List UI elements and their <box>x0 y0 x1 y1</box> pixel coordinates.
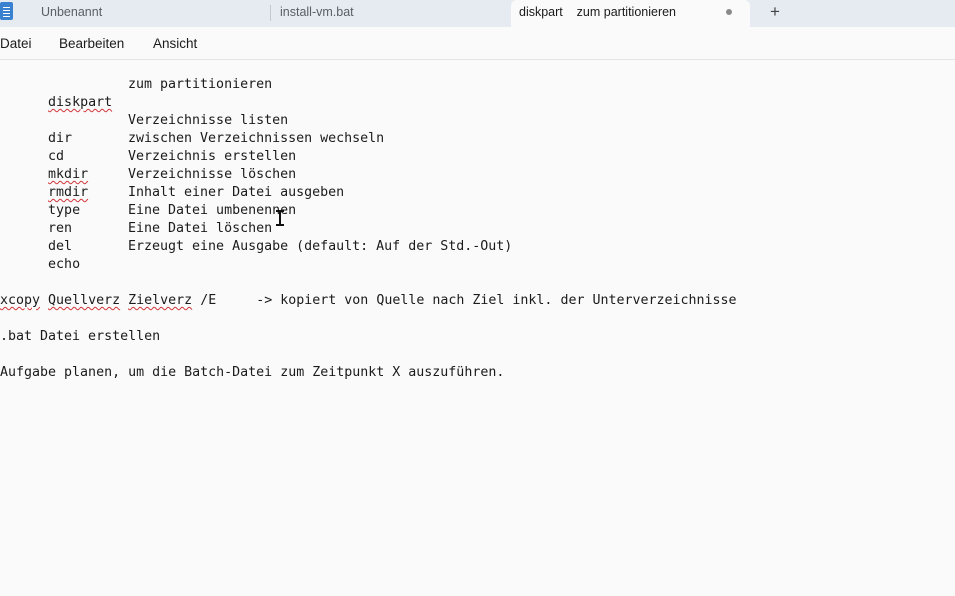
command-description: zum partitionieren <box>128 77 273 92</box>
notepad-window: Unbenannt install-vm.bat diskpart zum pa… <box>0 0 955 596</box>
unsaved-dot-icon[interactable] <box>726 9 732 15</box>
editor-line: echo Erzeugt eine Ausgabe (default: Auf … <box>0 238 512 272</box>
menu-file[interactable]: Datei <box>0 36 32 51</box>
command-description: Verzeichnisse listen <box>128 113 289 128</box>
editor-line: cd zwischen Verzeichnissen wechseln <box>0 130 384 164</box>
editor-line: .bat Datei erstellen <box>0 329 161 344</box>
editor-line: diskpart zum partitionieren <box>0 76 272 110</box>
xcopy-flag: /E <box>200 293 217 308</box>
tab-separator <box>270 5 271 21</box>
command-name: diskpart <box>48 95 113 110</box>
editor-line: Aufgabe planen, um die Batch-Datei zum Z… <box>0 365 505 380</box>
command-description: zwischen Verzeichnissen wechseln <box>128 131 385 146</box>
tab-active-diskpart[interactable]: diskpart zum partitionieren <box>511 0 750 27</box>
editor-line-xcopy: xcopy Quellverz Zielverz /E -> kopiert v… <box>0 292 737 310</box>
command-description: Erzeugt eine Ausgabe (default: Auf der S… <box>128 239 513 254</box>
xcopy-source: Quellverz <box>48 293 121 308</box>
command-description: Inhalt einer Datei ausgeben <box>128 185 345 200</box>
tab-label: install-vm.bat <box>280 5 354 19</box>
editor-line: mkdir Verzeichnis erstellen <box>0 148 296 182</box>
editor-line: del Eine Datei löschen <box>0 220 272 254</box>
tab-strip: Unbenannt install-vm.bat diskpart zum pa… <box>0 0 955 27</box>
tab-unbenannt[interactable]: Unbenannt <box>41 0 266 27</box>
menu-bar: Datei Bearbeiten Ansicht <box>0 27 955 60</box>
command-description: Eine Datei umbenennen <box>128 203 297 218</box>
editor-line: ren Eine Datei umbenennen <box>0 202 296 236</box>
command-name: echo <box>48 257 81 272</box>
new-tab-button[interactable]: + <box>766 1 784 23</box>
editor-line: dir Verzeichnisse listen <box>0 112 288 146</box>
xcopy-destination: Zielverz <box>128 293 193 308</box>
notepad-app-icon <box>0 2 13 20</box>
tab-install-vm[interactable]: install-vm.bat <box>280 0 505 27</box>
menu-edit[interactable]: Bearbeiten <box>59 36 124 51</box>
command-description: Verzeichnisse löschen <box>128 167 297 182</box>
text-editor[interactable]: diskpart zum partitionieren dir Verzeich… <box>0 61 955 596</box>
command-description: Eine Datei löschen <box>128 221 273 236</box>
command-description: Verzeichnis erstellen <box>128 149 297 164</box>
tab-label: diskpart zum partitionieren <box>519 5 677 19</box>
text-cursor-icon <box>276 209 284 227</box>
editor-line: rmdir Verzeichnisse löschen <box>0 166 296 200</box>
tab-label: Unbenannt <box>41 5 103 19</box>
menu-view[interactable]: Ansicht <box>153 36 197 51</box>
xcopy-command: xcopy <box>0 293 41 308</box>
xcopy-description: -> kopiert von Quelle nach Ziel inkl. de… <box>256 293 737 308</box>
editor-line: type Inhalt einer Datei ausgeben <box>0 184 344 218</box>
